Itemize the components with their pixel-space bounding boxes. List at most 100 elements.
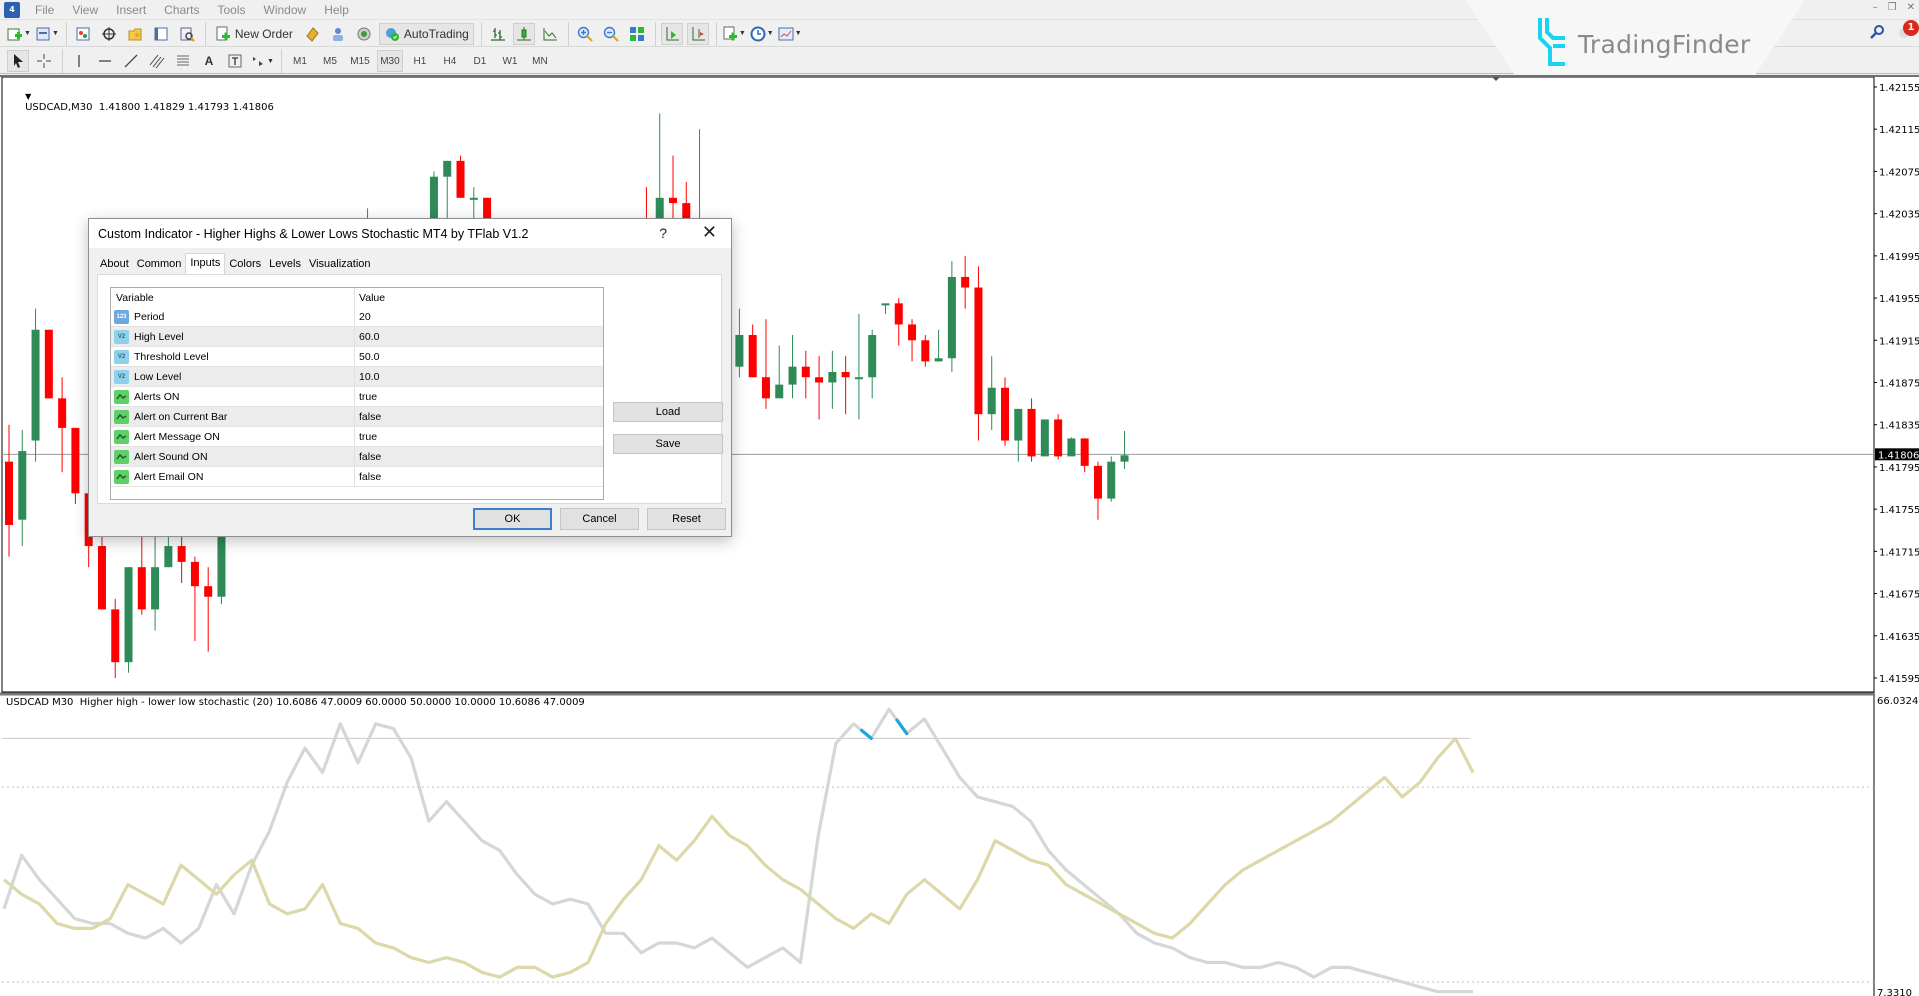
zoom-out-button[interactable]: [600, 23, 622, 45]
menu-charts[interactable]: Charts: [155, 3, 208, 17]
input-row[interactable]: V2 High Level 60.0: [111, 327, 603, 347]
timeframe-m1[interactable]: M1: [287, 50, 313, 72]
toolbar-group-file: ▼ ▼: [2, 22, 64, 46]
autoscroll-button[interactable]: [660, 22, 683, 45]
column-header-variable[interactable]: Variable: [111, 288, 355, 307]
strategy-tester-button[interactable]: [176, 23, 198, 45]
menu-insert[interactable]: Insert: [107, 3, 155, 17]
navigator-button[interactable]: [124, 23, 146, 45]
input-value-cell[interactable]: 10.0: [355, 371, 379, 383]
close-dialog-button[interactable]: ✕: [702, 222, 717, 243]
input-value-cell[interactable]: 50.0: [355, 351, 379, 363]
candlestick-button[interactable]: [512, 22, 535, 45]
close-window-icon[interactable]: ✕: [1907, 2, 1915, 13]
save-button[interactable]: Save: [613, 434, 723, 454]
timeframe-m5[interactable]: M5: [317, 50, 343, 72]
input-value-cell[interactable]: 20: [355, 311, 371, 323]
menu-file[interactable]: File: [26, 3, 63, 17]
tab-visualization[interactable]: Visualization: [304, 255, 375, 273]
tile-windows-button[interactable]: [626, 23, 648, 45]
input-value-cell[interactable]: false: [355, 411, 381, 423]
input-row[interactable]: Alert Sound ON false: [111, 447, 603, 467]
chart-shift-button[interactable]: [686, 22, 709, 45]
input-value-cell[interactable]: false: [355, 451, 381, 463]
input-row[interactable]: Alert Message ON true: [111, 427, 603, 447]
trendline-button[interactable]: [120, 50, 142, 72]
input-row[interactable]: V2 Low Level 10.0: [111, 367, 603, 387]
timeframe-mn[interactable]: MN: [527, 50, 553, 72]
input-value-cell[interactable]: true: [355, 431, 377, 443]
cursor-button[interactable]: [7, 50, 29, 72]
fibonacci-button[interactable]: [172, 50, 194, 72]
vertical-line-button[interactable]: [68, 50, 90, 72]
market-watch-button[interactable]: [72, 23, 94, 45]
bar-chart-button[interactable]: [487, 23, 509, 45]
timeframe-m15[interactable]: M15: [347, 50, 373, 72]
price-axis-label: 1.41675: [1879, 590, 1919, 601]
horizontal-line-button[interactable]: [94, 50, 116, 72]
terminal-button[interactable]: [150, 23, 172, 45]
timeframe-d1[interactable]: D1: [467, 50, 493, 72]
menu-view[interactable]: View: [63, 3, 107, 17]
input-value-cell[interactable]: true: [355, 391, 377, 403]
help-button[interactable]: ?: [659, 225, 667, 241]
minimize-icon[interactable]: –: [1873, 2, 1878, 13]
new-order-button[interactable]: New Order: [211, 23, 297, 45]
chart-shift-icon: [692, 26, 705, 40]
metaeditor-button[interactable]: [301, 23, 323, 45]
autotrading-button[interactable]: AutoTrading: [378, 22, 474, 45]
text-label-button[interactable]: [224, 50, 246, 72]
ok-button[interactable]: OK: [473, 508, 552, 530]
templates-button[interactable]: ▼: [778, 23, 802, 45]
tab-inputs[interactable]: Inputs: [185, 253, 226, 274]
zoom-in-button[interactable]: [574, 23, 596, 45]
input-value-cell[interactable]: false: [355, 471, 381, 483]
tab-about[interactable]: About: [96, 255, 133, 273]
dialog-titlebar[interactable]: Custom Indicator - Higher Highs & Lower …: [89, 219, 731, 248]
menu-window[interactable]: Window: [255, 3, 316, 17]
notifications-button[interactable]: 1: [1897, 20, 1919, 40]
periods-button[interactable]: ▼: [750, 23, 774, 45]
signals-button[interactable]: [327, 23, 349, 45]
line-chart-button[interactable]: [539, 23, 561, 45]
tab-colors[interactable]: Colors: [225, 255, 266, 273]
reset-button[interactable]: Reset: [647, 508, 726, 530]
input-row[interactable]: 123 Period 20: [111, 307, 603, 327]
bearish-candle: [1093, 465, 1102, 499]
search-icon[interactable]: [1869, 24, 1885, 40]
data-window-button[interactable]: [98, 23, 120, 45]
menu-tools[interactable]: Tools: [209, 3, 255, 17]
restore-icon[interactable]: ❐: [1888, 2, 1897, 13]
dialog-title: Custom Indicator - Higher Highs & Lower …: [98, 226, 529, 241]
input-row[interactable]: V2 Threshold Level 50.0: [111, 347, 603, 367]
timeframe-h4[interactable]: H4: [437, 50, 463, 72]
timeframe-h1[interactable]: H1: [407, 50, 433, 72]
timeframe-w1[interactable]: W1: [497, 50, 523, 72]
profiles-button[interactable]: ▼: [35, 23, 59, 45]
tab-common[interactable]: Common: [132, 255, 186, 273]
bearish-candle: [137, 567, 146, 610]
timeframe-m30[interactable]: M30: [376, 50, 403, 72]
text-button[interactable]: A: [198, 50, 220, 72]
terminal-icon: [154, 27, 168, 40]
menu-help[interactable]: Help: [315, 3, 358, 17]
indicators-button[interactable]: ▼: [722, 23, 746, 45]
input-variable-name: Alert on Current Bar: [134, 410, 228, 423]
input-row[interactable]: Alert on Current Bar false: [111, 407, 603, 427]
stochastic-signal-line: [2, 736, 1475, 979]
new-order-icon: [216, 26, 230, 40]
load-button[interactable]: Load: [613, 402, 723, 422]
indicator-axis-max: 66.0324: [1877, 696, 1918, 707]
input-row[interactable]: Alert Email ON false: [111, 467, 603, 487]
input-row[interactable]: Alerts ON true: [111, 387, 603, 407]
tab-levels[interactable]: Levels: [265, 255, 305, 273]
cancel-button[interactable]: Cancel: [560, 508, 639, 530]
market-button[interactable]: [353, 23, 375, 45]
arrows-button[interactable]: ▼: [250, 50, 274, 72]
new-chart-button[interactable]: ▼: [7, 23, 31, 45]
column-header-value[interactable]: Value: [355, 292, 385, 304]
equidistant-channel-button[interactable]: [146, 50, 168, 72]
crosshair-button[interactable]: [33, 50, 55, 72]
input-value-cell[interactable]: 60.0: [355, 331, 379, 343]
chart-menu-arrow-icon[interactable]: ▼: [25, 92, 31, 101]
